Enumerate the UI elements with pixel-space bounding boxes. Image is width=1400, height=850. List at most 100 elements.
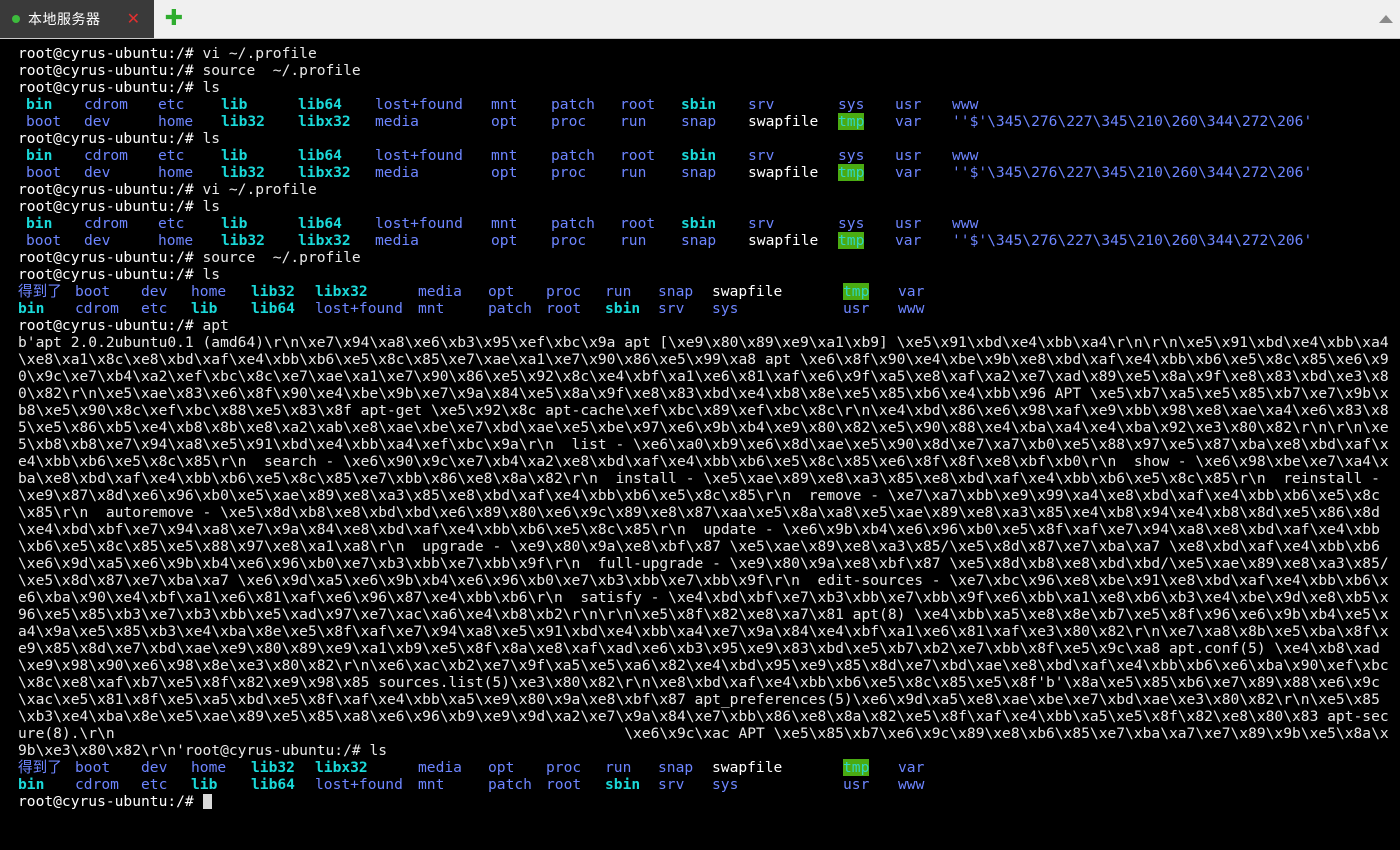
ls-entry: sys (838, 147, 865, 164)
ls-entry: patch (551, 147, 595, 164)
shell-command: ls (202, 266, 221, 283)
ls-entry: lib64 (251, 300, 295, 317)
ls-output-row: boot dev home lib32 libx32 media opt proc run sna… (18, 113, 1400, 130)
ls-entry: bin (26, 147, 53, 164)
tab-local-server[interactable]: 本地服务器 ✕ (0, 0, 154, 38)
ls-entry: bin (26, 96, 53, 113)
ls-entry: mnt (491, 215, 518, 232)
shell-command: ls (202, 198, 221, 215)
ls-entry: proc (546, 759, 582, 776)
ls-entry: tmp (843, 283, 870, 300)
ls-entry: mnt (491, 147, 518, 164)
shell-prompt: root@cyrus-ubuntu:/# (18, 181, 203, 198)
ls-entry: mnt (491, 96, 518, 113)
status-dot-icon (12, 15, 20, 23)
close-icon[interactable]: ✕ (113, 11, 142, 27)
terminal-prompt-line: root@cyrus-ubuntu:/# vi ~/.profile (18, 181, 1400, 198)
ls-entry: srv (748, 147, 775, 164)
shell-command: source ~/.profile (202, 249, 361, 266)
ls-entry: snap (658, 759, 694, 776)
ls-entry: var (898, 283, 925, 300)
ls-output-row: 得到了 boot dev home lib32 libx32 media opt proc run… (18, 759, 1400, 776)
ls-entry: proc (546, 283, 582, 300)
ls-entry: dev (141, 283, 168, 300)
ls-entry: swapfile (748, 232, 819, 249)
ls-entry: lib64 (298, 96, 342, 113)
ls-entry: libx32 (298, 232, 351, 249)
ls-entry: cdrom (75, 300, 119, 317)
ls-output-row: 得到了 boot dev home lib32 libx32 media opt proc run… (18, 283, 1400, 300)
shell-command: apt (202, 317, 229, 334)
ls-entry: swapfile (748, 113, 819, 130)
apt-help-output: b'apt 2.0.2ubuntu0.1 (amd64)\r\n\xe7\x94… (18, 334, 1389, 759)
ls-entry: libx32 (298, 113, 351, 130)
ls-entry: patch (551, 215, 595, 232)
ls-entry: bin (18, 300, 45, 317)
add-tab-icon[interactable]: ✚ (154, 0, 194, 38)
ls-entry: home (158, 164, 194, 181)
terminal-prompt-line: root@cyrus-ubuntu:/# source ~/.profile (18, 249, 1400, 266)
ls-entry: lib64 (298, 215, 342, 232)
shell-prompt: root@cyrus-ubuntu:/# (18, 130, 203, 147)
ls-entry: var (895, 113, 922, 130)
shell-prompt: root@cyrus-ubuntu:/# (18, 249, 203, 266)
terminal-prompt-line: root@cyrus-ubuntu:/# (18, 793, 1400, 810)
terminal-prompt-line: root@cyrus-ubuntu:/# ls (18, 266, 1400, 283)
ls-entry: srv (748, 215, 775, 232)
shell-command: ls (202, 79, 221, 96)
ls-entry: lost+found (315, 300, 403, 317)
ls-entry: sbin (681, 215, 717, 232)
terminal-prompt-line: root@cyrus-ubuntu:/# vi ~/.profile (18, 45, 1400, 62)
ls-output-row: bin cdrom etc lib lib64 lost+found mnt patch roo… (18, 96, 1400, 113)
shell-command: ls (202, 130, 221, 147)
ls-entry: mnt (418, 776, 445, 793)
ls-output-row: bin cdrom etc lib lib64 lost+found mnt patch roo… (18, 300, 1400, 317)
terminal-output[interactable]: root@cyrus-ubuntu:/# vi ~/.profile root@c… (0, 39, 1400, 845)
shell-prompt: root@cyrus-ubuntu:/# (18, 198, 203, 215)
ls-entry: www (952, 147, 979, 164)
tab-bar: 本地服务器 ✕ ✚ (0, 0, 1400, 39)
ls-entry: root (620, 215, 656, 232)
text-cursor (202, 794, 212, 809)
ls-entry: media (418, 283, 462, 300)
ls-entry: usr (895, 215, 922, 232)
shell-prompt: root@cyrus-ubuntu:/# (18, 62, 203, 79)
ls-entry: boot (26, 113, 62, 130)
ls-entry: lib32 (221, 164, 265, 181)
shell-prompt: root@cyrus-ubuntu:/# (18, 793, 203, 810)
ls-entry: proc (551, 232, 587, 249)
ls-entry: etc (158, 215, 185, 232)
ls-entry: media (375, 113, 419, 130)
ls-entry: sbin (681, 147, 717, 164)
ls-entry: dev (141, 759, 168, 776)
ls-entry: run (620, 232, 647, 249)
ls-output-row: bin cdrom etc lib lib64 lost+found mnt patch roo… (18, 147, 1400, 164)
ls-entry: usr (843, 300, 870, 317)
ls-entry: opt (488, 759, 515, 776)
ls-entry: patch (488, 300, 532, 317)
ls-entry: opt (491, 113, 518, 130)
ls-entry: lib (191, 776, 218, 793)
ls-entry: root (620, 96, 656, 113)
ls-entry: home (158, 113, 194, 130)
terminal-prompt-line: root@cyrus-ubuntu:/# apt (18, 317, 1400, 334)
ls-entry: var (898, 759, 925, 776)
ls-entry: dev (84, 164, 111, 181)
ls-entry: dev (84, 113, 111, 130)
ls-entry: libx32 (315, 283, 368, 300)
ls-entry: lib32 (221, 113, 265, 130)
ls-entry: opt (488, 283, 515, 300)
ls-entry: swapfile (748, 164, 819, 181)
ls-entry: etc (158, 96, 185, 113)
ls-entry: snap (681, 164, 717, 181)
ls-entry: lib (221, 96, 248, 113)
ls-entry: lib32 (251, 759, 295, 776)
ls-entry: run (605, 759, 632, 776)
ls-entry: libx32 (315, 759, 368, 776)
triangle-up-icon[interactable] (1372, 0, 1400, 38)
ls-entry: sbin (605, 300, 641, 317)
ls-entry: home (158, 232, 194, 249)
ls-output-row: bin cdrom etc lib lib64 lost+found mnt patch roo… (18, 215, 1400, 232)
ls-entry: tmp (843, 759, 870, 776)
ls-entry: bin (26, 215, 53, 232)
